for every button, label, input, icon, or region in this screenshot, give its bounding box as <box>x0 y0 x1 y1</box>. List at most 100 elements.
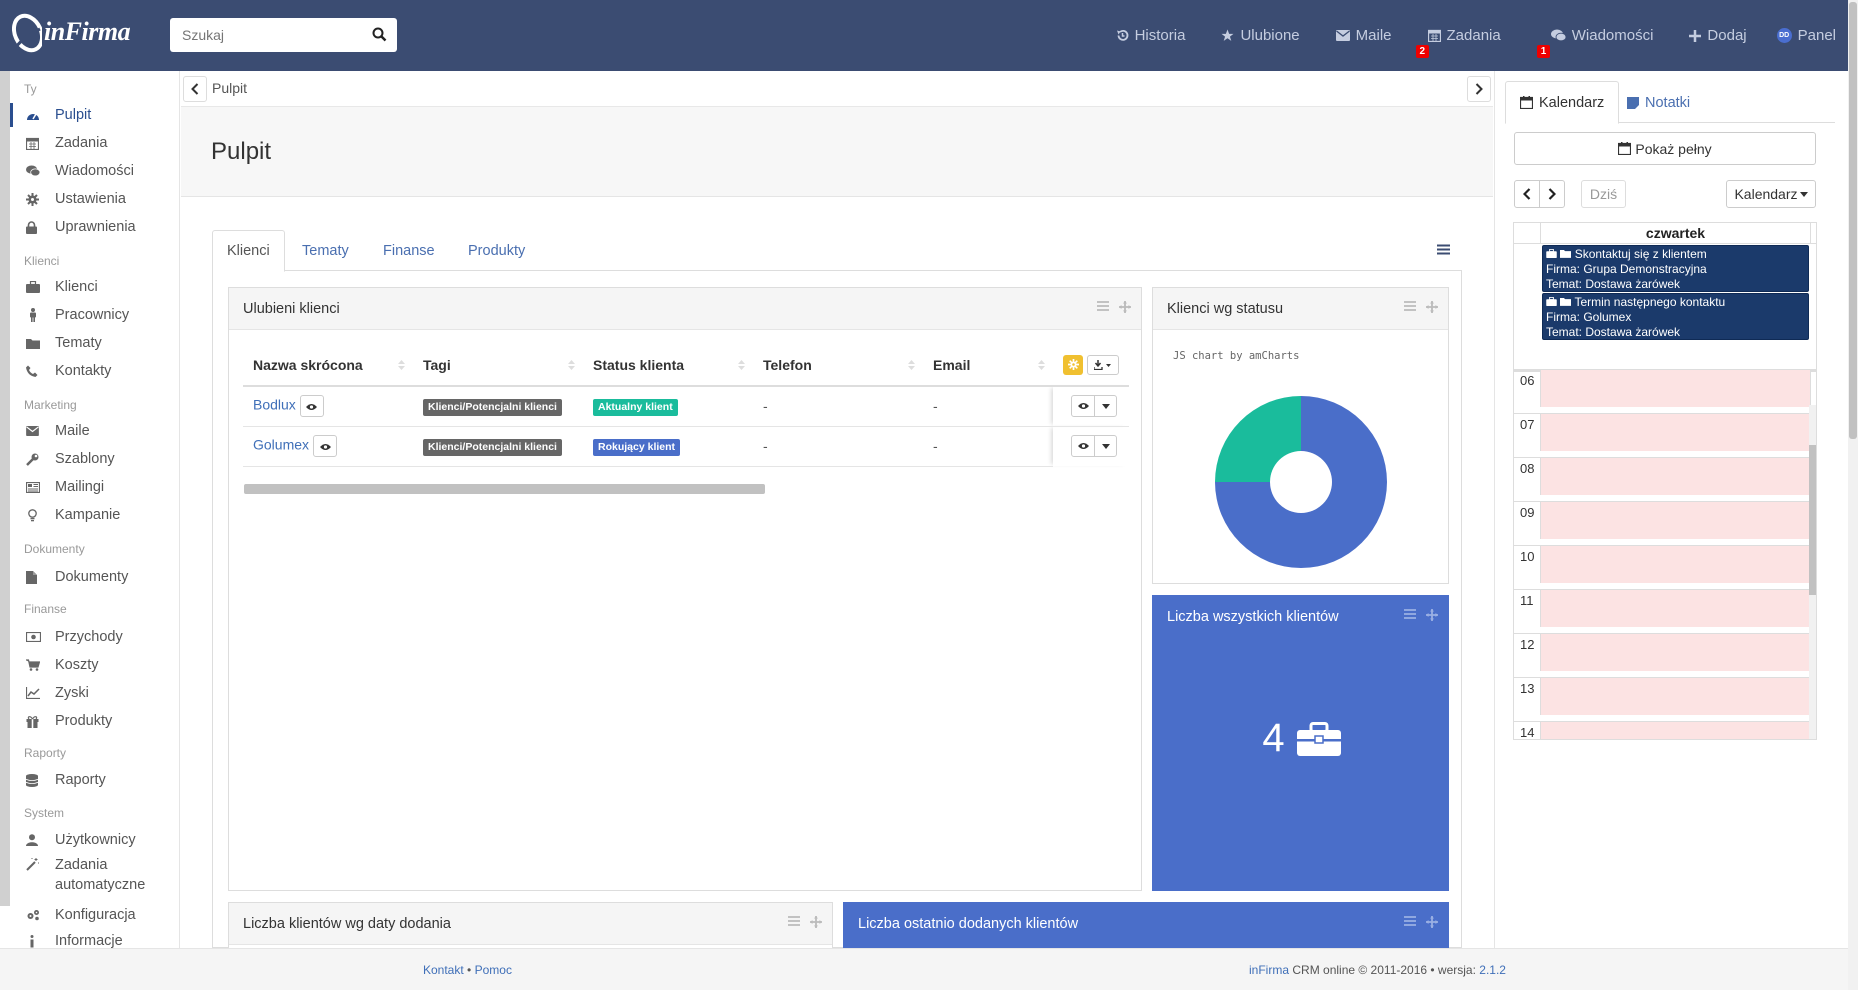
col-tagi[interactable]: Tagi <box>413 344 583 387</box>
tab-produkty[interactable]: Produkty <box>454 230 539 272</box>
tab-notatki[interactable]: Notatki <box>1613 81 1704 124</box>
footer-version-link[interactable]: 2.1.2 <box>1479 963 1506 977</box>
hour-slot[interactable]: 11 <box>1514 589 1816 627</box>
tabs-menu-icon[interactable] <box>1437 243 1450 258</box>
client-link[interactable]: Bodlux <box>253 397 296 413</box>
bars-icon[interactable] <box>1404 916 1416 926</box>
footer-brand-link[interactable]: inFirma <box>1249 963 1289 977</box>
col-telefon[interactable]: Telefon <box>753 344 923 387</box>
hour-slot[interactable]: 12 <box>1514 633 1816 671</box>
sidebar-item-konfiguracja[interactable]: Konfiguracja <box>10 903 179 927</box>
expand-rightpane-button[interactable] <box>1467 76 1491 102</box>
hour-slot[interactable]: 09 <box>1514 501 1816 539</box>
move-icon[interactable] <box>1119 301 1131 313</box>
sidebar-item-zadania-automatyczne[interactable]: Zadania automatyczne <box>10 855 179 899</box>
hour-slot[interactable]: 07 <box>1514 413 1816 451</box>
sidebar-item-produkty[interactable]: Produkty <box>10 709 179 733</box>
tag-badge[interactable]: Klienci/Potencjalni klienci <box>423 438 562 456</box>
col-status[interactable]: Status klienta <box>583 344 753 387</box>
calendar-next-button[interactable] <box>1539 180 1565 208</box>
row-actions-button[interactable] <box>1071 435 1117 458</box>
sidebar-item-label-line2: automatyczne <box>55 877 146 893</box>
sidebar-item-klienci[interactable]: Klienci <box>10 275 179 299</box>
event-firma: Firma: Grupa Demonstracyjna <box>1546 262 1707 276</box>
tag-badge[interactable]: Klienci/Potencjalni klienci <box>423 398 562 416</box>
footer-kontakt-link[interactable]: Kontakt <box>423 963 464 977</box>
tab-kalendarz[interactable]: Kalendarz <box>1505 81 1620 124</box>
eye-icon[interactable] <box>1072 396 1094 416</box>
sidebar-scrollbar[interactable] <box>0 71 10 906</box>
bars-icon[interactable] <box>1404 609 1416 619</box>
sidebar-section-finanse: Finanse <box>24 602 67 616</box>
nav-zadania[interactable]: 2 Zadania <box>1415 27 1501 58</box>
client-link[interactable]: Golumex <box>253 437 309 453</box>
bars-icon[interactable] <box>788 916 800 926</box>
move-icon[interactable] <box>810 916 822 928</box>
bars-icon[interactable] <box>1097 301 1109 311</box>
sidebar-item-wiadomosci[interactable]: Wiadomości <box>10 159 179 183</box>
search-input[interactable] <box>170 18 360 52</box>
collapse-sidebar-button[interactable] <box>183 76 207 102</box>
sidebar-item-zyski[interactable]: Zyski <box>10 681 179 705</box>
nav-ulubione[interactable]: Ulubione <box>1221 27 1300 44</box>
calendar-event[interactable]: Termin następnego kontaktu Firma: Golume… <box>1542 293 1809 340</box>
nav-wiadomosci[interactable]: 1 Wiadomości <box>1536 27 1653 58</box>
preview-button[interactable] <box>313 435 338 457</box>
calendar-scrollbar[interactable] <box>1809 405 1816 739</box>
move-icon[interactable] <box>1426 609 1438 621</box>
bars-icon[interactable] <box>1404 301 1416 311</box>
nav-historia[interactable]: Historia <box>1116 27 1185 44</box>
app-logo[interactable]: inFirma <box>12 9 131 55</box>
nav-maile[interactable]: Maile <box>1335 27 1392 44</box>
caret-down-icon[interactable] <box>1094 396 1116 417</box>
nav-panel[interactable]: DD Panel <box>1776 27 1836 44</box>
tab-klienci[interactable]: Klienci <box>212 230 285 272</box>
sidebar-item-maile[interactable]: Maile <box>10 419 179 443</box>
export-button[interactable] <box>1087 354 1119 375</box>
sidebar-item-pulpit[interactable]: Pulpit <box>10 103 179 127</box>
calendar-prev-button[interactable] <box>1514 180 1540 208</box>
calendar-today-button[interactable]: Dziś <box>1581 180 1626 208</box>
col-email[interactable]: Email <box>923 344 1053 387</box>
sidebar-item-kampanie[interactable]: Kampanie <box>10 503 179 527</box>
caret-down-icon[interactable] <box>1094 436 1116 457</box>
sidebar-item-ustawienia[interactable]: Ustawienia <box>10 187 179 211</box>
sidebar-item-mailingi[interactable]: Mailingi <box>10 475 179 499</box>
nav-dodaj[interactable]: Dodaj <box>1689 27 1747 44</box>
hour-slot[interactable]: 10 <box>1514 545 1816 583</box>
hour-slot[interactable]: 06 <box>1514 369 1816 407</box>
star-icon <box>1221 29 1234 41</box>
footer-pomoc-link[interactable]: Pomoc <box>475 963 512 977</box>
show-full-calendar-button[interactable]: Pokaż pełny <box>1514 132 1816 165</box>
move-icon[interactable] <box>1426 916 1438 928</box>
hour-slot[interactable]: 13 <box>1514 677 1816 715</box>
calendar-event[interactable]: Skontaktuj się z klientem Firma: Grupa D… <box>1542 245 1809 292</box>
sidebar-item-informacje[interactable]: Informacje <box>10 929 179 948</box>
sidebar-item-zadania[interactable]: Zadania <box>10 131 179 155</box>
sidebar-item-raporty[interactable]: Raporty <box>10 768 179 792</box>
page-scrollbar[interactable] <box>1848 0 1858 990</box>
hour-slot[interactable]: 08 <box>1514 457 1816 495</box>
sidebar-item-uprawnienia[interactable]: Uprawnienia <box>10 215 179 239</box>
sidebar-item-tematy[interactable]: Tematy <box>10 331 179 355</box>
col-nazwa[interactable]: Nazwa skrócona <box>243 344 413 387</box>
sidebar-item-pracownicy[interactable]: Pracownicy <box>10 303 179 327</box>
tab-finanse[interactable]: Finanse <box>369 230 449 272</box>
day-header: czwartek <box>1540 223 1811 243</box>
row-actions-button[interactable] <box>1071 395 1117 418</box>
hour-slot[interactable]: 14 <box>1514 721 1816 739</box>
move-icon[interactable] <box>1426 301 1438 313</box>
preview-button[interactable] <box>299 395 324 418</box>
eye-icon[interactable] <box>1072 436 1094 456</box>
calendar-view-dropdown[interactable]: Kalendarz <box>1726 180 1816 208</box>
sidebar-item-szablony[interactable]: Szablony <box>10 447 179 471</box>
column-settings-button[interactable] <box>1063 354 1083 375</box>
sidebar-item-przychody[interactable]: Przychody <box>10 625 179 649</box>
tab-tematy[interactable]: Tematy <box>288 230 363 272</box>
sidebar-item-dokumenty[interactable]: Dokumenty <box>10 565 179 589</box>
sidebar-item-uzytkownicy[interactable]: Użytkownicy <box>10 828 179 852</box>
sidebar-item-kontakty[interactable]: Kontakty <box>10 359 179 383</box>
table-horizontal-scrollbar[interactable] <box>244 484 765 494</box>
search-icon[interactable] <box>372 27 387 45</box>
sidebar-item-koszty[interactable]: Koszty <box>10 653 179 677</box>
